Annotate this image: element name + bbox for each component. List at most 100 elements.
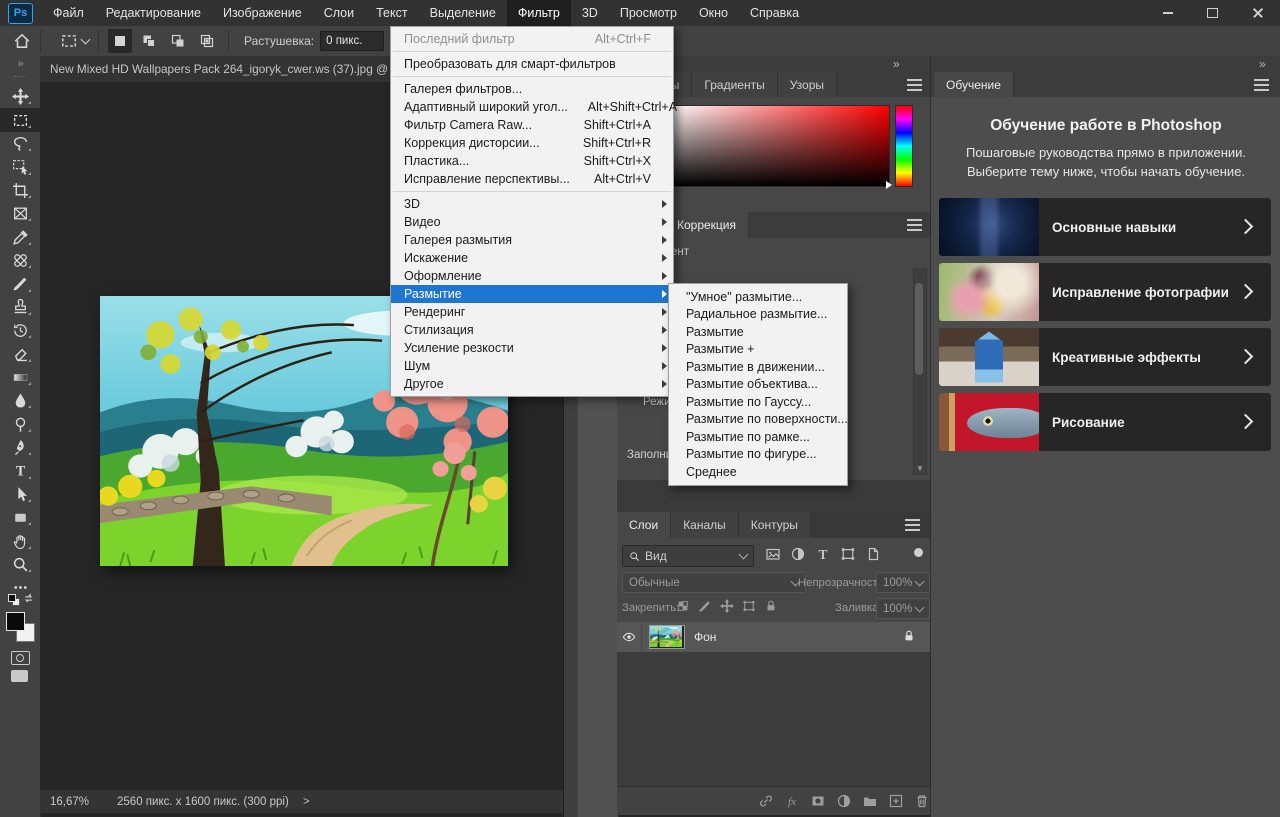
pen-tool[interactable] <box>0 436 40 459</box>
blur-submenu-item[interactable]: Размытие + <box>669 341 847 359</box>
foreground-color-swatch[interactable] <box>6 612 25 631</box>
lock-position-icon[interactable] <box>720 599 734 613</box>
filter-toggle-knob[interactable] <box>914 548 923 557</box>
close-icon[interactable] <box>1235 0 1280 26</box>
menubar-item[interactable]: Файл <box>42 0 95 26</box>
filter-menu-item[interactable]: Другое <box>391 375 673 393</box>
blur-submenu-item[interactable]: Радиальное размытие... <box>669 306 847 324</box>
learn-card[interactable]: Основные навыки <box>939 198 1271 256</box>
panel-tab[interactable]: Слои <box>617 512 672 538</box>
status-chevron-icon[interactable]: > <box>303 796 310 808</box>
screen-mode-icon[interactable] <box>11 670 28 682</box>
scrollbar-thumb[interactable] <box>915 283 923 375</box>
panel-tab[interactable]: Узоры <box>777 72 838 97</box>
eraser-tool[interactable] <box>0 342 40 365</box>
menubar-item[interactable]: Изображение <box>212 0 313 26</box>
blur-submenu-item[interactable]: Размытие по Гауссу... <box>669 393 847 411</box>
filter-menu-item[interactable]: Преобразовать для смарт-фильтров <box>391 55 673 77</box>
adjustment-layer-icon[interactable] <box>836 793 852 809</box>
menubar-item[interactable]: Слои <box>313 0 365 26</box>
quick-mask-icon[interactable] <box>11 651 30 665</box>
maximize-icon[interactable] <box>1190 0 1235 26</box>
hue-slider[interactable] <box>895 105 913 187</box>
filter-menu-item[interactable]: Усиление резкости <box>391 339 673 357</box>
blur-tool[interactable] <box>0 389 40 412</box>
panel-tab[interactable]: Градиенты <box>692 72 778 97</box>
filter-smart-objects-icon[interactable] <box>865 546 881 562</box>
filter-type-layers-icon[interactable] <box>815 546 831 562</box>
menubar-item[interactable]: Редактирование <box>95 0 212 26</box>
learn-card[interactable]: Исправление фотографии <box>939 263 1271 321</box>
blur-submenu-item[interactable]: Размытие по фигуре... <box>669 446 847 464</box>
menubar-item[interactable]: Просмотр <box>609 0 688 26</box>
type-tool[interactable] <box>0 459 40 482</box>
layer-filter-dropdown[interactable]: Вид <box>622 545 754 567</box>
filter-adjustment-layers-icon[interactable] <box>790 546 806 562</box>
new-layer-icon[interactable] <box>888 793 904 809</box>
collapse-panels-icon[interactable]: » <box>1259 57 1266 71</box>
layer-visibility-icon[interactable] <box>617 622 642 652</box>
filter-menu-item[interactable]: Видео <box>391 213 673 231</box>
rectangular-marquee-tool[interactable] <box>0 108 40 132</box>
layer-thumbnail[interactable] <box>649 625 685 649</box>
crop-tool[interactable] <box>0 179 40 202</box>
new-selection-icon[interactable] <box>108 29 132 53</box>
menubar-item[interactable]: Справка <box>739 0 810 26</box>
filter-menu-item[interactable]: Адаптивный широкий угол... Alt+Shift+Ctr… <box>391 98 677 116</box>
menubar-item[interactable]: 3D <box>571 0 609 26</box>
blur-submenu-item[interactable]: Размытие по поверхности... <box>669 411 848 429</box>
minimize-icon[interactable] <box>1145 0 1190 26</box>
filter-menu-item[interactable]: Размытие <box>391 285 673 303</box>
healing-brush-tool[interactable] <box>0 249 40 272</box>
filter-menu-item[interactable]: Последний фильтр Alt+Ctrl+F <box>391 30 673 52</box>
lock-all-icon[interactable] <box>764 599 778 613</box>
document-tab[interactable]: New Mixed HD Wallpapers Pack 264_igoryk_… <box>40 56 413 82</box>
menubar-item[interactable]: Выделение <box>419 0 507 26</box>
layer-row[interactable]: Фон <box>617 622 930 653</box>
panel-tab[interactable]: Каналы <box>671 512 739 538</box>
history-brush-tool[interactable] <box>0 319 40 342</box>
add-to-selection-icon[interactable] <box>137 29 161 53</box>
panel-menu-icon[interactable] <box>907 79 922 91</box>
filter-menu-item[interactable]: Галерея фильтров... <box>391 80 673 98</box>
rectangle-tool[interactable] <box>0 506 40 529</box>
panel-tab[interactable]: Контуры <box>738 512 811 538</box>
menubar-item[interactable]: Фильтр <box>506 0 571 26</box>
fill-value[interactable]: 100% <box>876 598 930 619</box>
filter-pixel-layers-icon[interactable] <box>765 546 781 562</box>
zoom-tool[interactable] <box>0 553 40 576</box>
blend-mode-dropdown[interactable]: Обычные <box>622 572 806 593</box>
layer-style-icon[interactable] <box>784 793 800 809</box>
home-icon[interactable] <box>13 32 31 50</box>
lock-transparency-icon[interactable] <box>676 599 690 613</box>
color-field[interactable] <box>668 105 890 187</box>
learn-card[interactable]: Креативные эффекты <box>939 328 1271 386</box>
menubar-item[interactable]: Текст <box>365 0 418 26</box>
blur-submenu-item[interactable]: Размытие в движении... <box>669 358 847 376</box>
menubar-item[interactable]: Окно <box>688 0 739 26</box>
lasso-tool[interactable] <box>0 132 40 155</box>
tab-adjustments[interactable]: Коррекция <box>665 212 750 238</box>
filter-menu-item[interactable]: Исправление перспективы... Alt+Ctrl+V <box>391 170 673 192</box>
filter-menu-item[interactable]: Пластика... Shift+Ctrl+X <box>391 152 673 170</box>
blur-submenu-item[interactable]: Среднее <box>669 463 847 481</box>
filter-menu-item[interactable]: Коррекция дисторсии... Shift+Ctrl+R <box>391 134 673 152</box>
collapse-toolbar-icon[interactable]: » <box>0 58 40 70</box>
add-layer-mask-icon[interactable] <box>810 793 826 809</box>
layer-lock-icon[interactable] <box>902 629 916 646</box>
tool-preset-dropdown[interactable] <box>60 32 91 50</box>
new-group-icon[interactable] <box>862 793 878 809</box>
opacity-value[interactable]: 100% <box>876 572 930 593</box>
filter-menu-item[interactable]: Шум <box>391 357 673 375</box>
filter-shape-layers-icon[interactable] <box>840 546 856 562</box>
filter-menu-item[interactable]: Рендеринг <box>391 303 673 321</box>
filter-menu-item[interactable]: Фильтр Camera Raw... Shift+Ctrl+A <box>391 116 673 134</box>
filter-menu-item[interactable]: Галерея размытия <box>391 231 673 249</box>
swap-colors-icon[interactable] <box>22 592 35 605</box>
filter-menu-item[interactable]: 3D <box>391 195 673 213</box>
feather-input[interactable] <box>320 31 385 51</box>
panel-menu-icon[interactable] <box>905 519 920 531</box>
frame-tool[interactable] <box>0 202 40 225</box>
panel-scrollbar[interactable] <box>913 268 927 475</box>
filter-menu-item[interactable]: Искажение <box>391 249 673 267</box>
